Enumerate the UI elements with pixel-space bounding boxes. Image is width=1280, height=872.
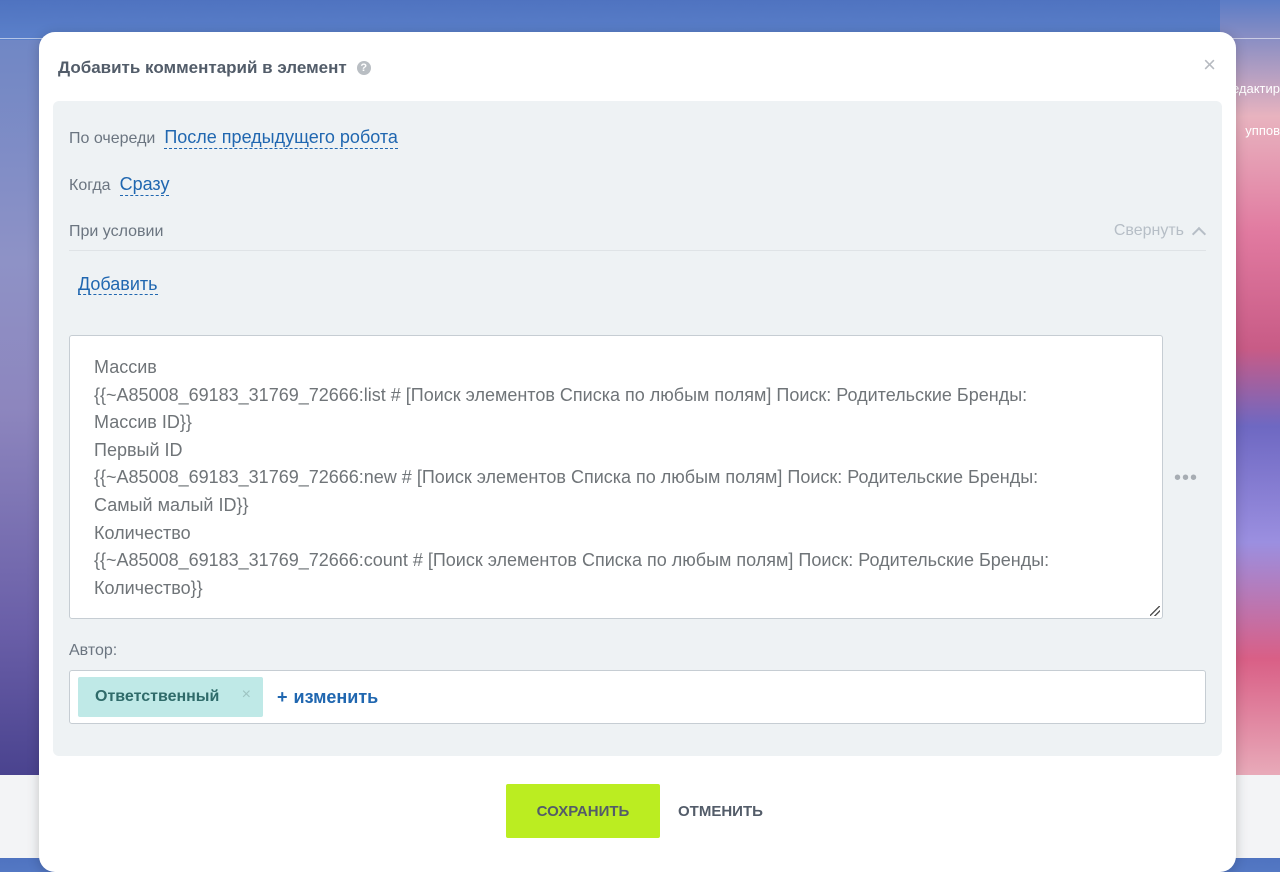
background-left [0,40,40,775]
condition-label: При условии [69,223,164,240]
comment-line: Первый ID [94,439,183,460]
add-condition-wrapper: Добавить [78,273,158,295]
dialog-title-text: Добавить комментарий в элемент [58,58,347,77]
change-author-label: изменить [293,687,379,707]
comment-line: Массив ID}} [94,412,192,433]
when-label: Когда [69,177,111,194]
resize-handle-icon[interactable] [1150,606,1160,616]
comment-line: Количество [94,522,191,543]
order-row: По очереди После предыдущего робота [69,126,398,149]
background-text-edit: едактир [1231,81,1280,96]
add-condition-link[interactable]: Добавить [78,274,158,295]
comment-line: {{~A85008_69183_31769_72666:new # [Поиск… [94,467,1039,488]
save-button[interactable]: СОХРАНИТЬ [506,784,660,838]
chevron-up-icon [1191,226,1207,241]
change-author-link[interactable]: + изменить [277,687,378,708]
add-comment-dialog: Добавить комментарий в элемент ? × По оч… [39,32,1236,872]
comment-line: Самый малый ID}} [94,494,249,515]
author-tag-label: Ответственный [95,688,220,705]
when-value-link[interactable]: Сразу [119,173,170,196]
comment-line: {{~A85008_69183_31769_72666:count # [Пои… [94,550,1050,571]
divider [69,250,1206,251]
plus-icon: + [277,687,288,707]
order-label: По очереди [69,130,156,147]
remove-tag-icon[interactable]: × [242,686,251,704]
settings-panel: По очереди После предыдущего робота Когд… [53,101,1222,756]
order-value-link[interactable]: После предыдущего робота [164,126,398,149]
collapse-button[interactable]: Свернуть [1113,222,1207,241]
comment-textarea[interactable]: Массив {{~A85008_69183_31769_72666:list … [69,335,1163,619]
close-icon[interactable]: × [1203,52,1216,78]
cancel-button[interactable]: ОТМЕНИТЬ [673,784,768,838]
author-label: Автор: [69,642,118,659]
more-options-icon[interactable]: ••• [1174,467,1198,490]
author-field[interactable]: Ответственный × + изменить [69,670,1206,724]
collapse-label: Свернуть [1113,222,1184,239]
background-text-group: уппов [1245,123,1280,138]
comment-line: Массив [94,357,157,377]
when-row: Когда Сразу [69,173,170,196]
question-icon[interactable]: ? [356,61,371,75]
comment-line: Количество}} [94,577,203,598]
comment-line: {{~A85008_69183_31769_72666:list # [Поис… [94,384,1028,405]
author-tag: Ответственный × [78,677,263,717]
dialog-title: Добавить комментарий в элемент ? [58,58,371,78]
